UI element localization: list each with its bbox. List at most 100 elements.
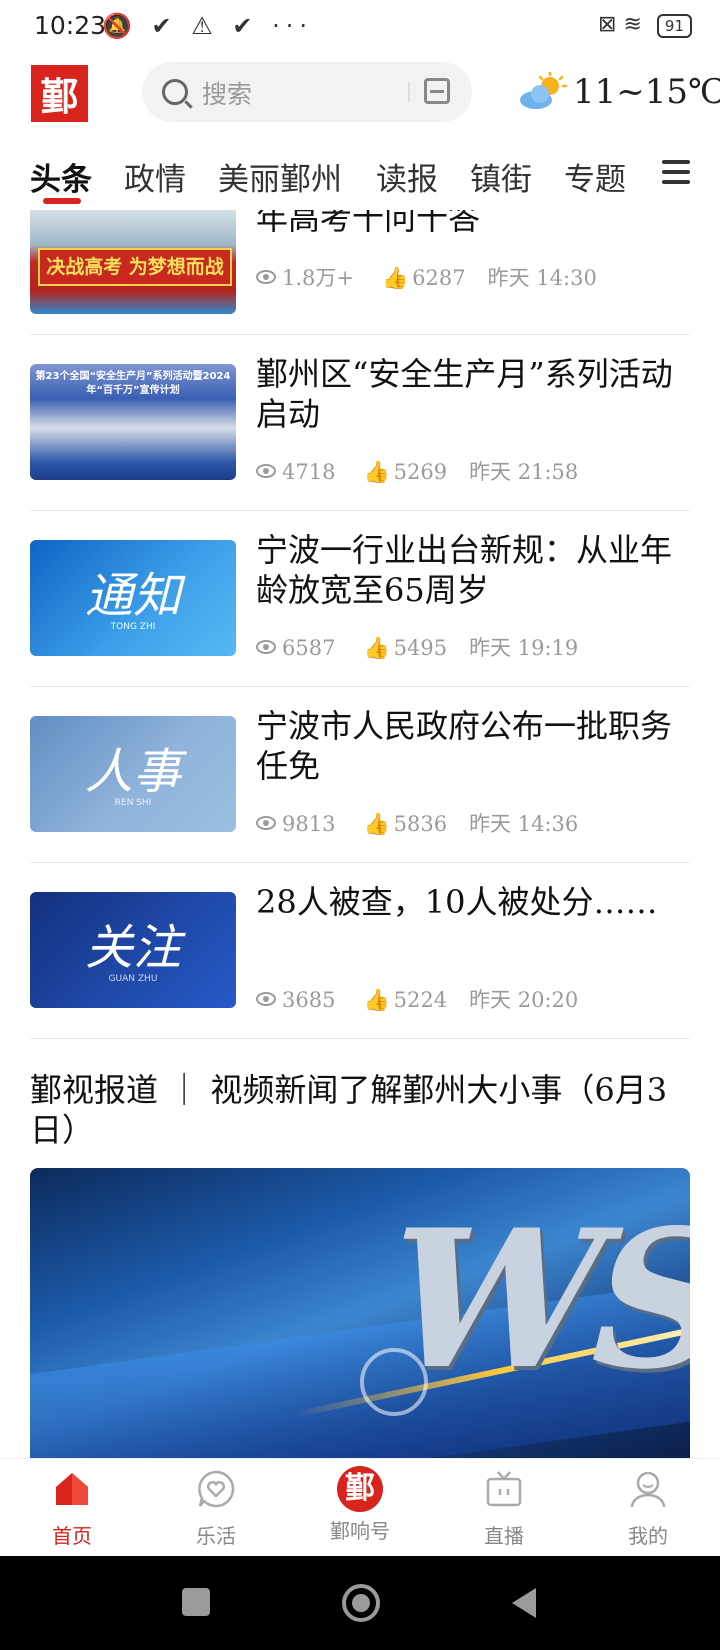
views-count: 9813 [282,812,336,836]
news-item[interactable]: 通知 TONG ZHI 宁波一行业出台新规：从业年龄放宽至65周岁 6587 👍 5… [30,510,690,687]
likes-count: 6287 [412,266,466,290]
publish-time: 昨天 19:19 [469,636,579,660]
like-icon: 👍 [363,460,390,484]
status-bar: 10:23 🔕 ✔ ⚠ ✔ ··· ⊠ ≋ 91 [0,0,720,56]
thumbnail-title: 人事 [84,744,181,800]
bottom-navigation: 首页 乐活 鄞 鄞响号 直播 我的 [0,1458,720,1557]
battery-icon: 91 [656,14,692,38]
like-icon: 👍 [363,988,390,1012]
views-icon [256,270,276,284]
nav-yinxianghao-label: 鄞响号 [330,1519,390,1543]
video-play-icon[interactable] [360,1348,428,1416]
video-section-title[interactable]: 鄞视报道 ｜ 视频新闻了解鄞州大小事（6月3日） [30,1070,680,1150]
home-icon [56,1473,88,1505]
like-icon: 👍 [363,812,390,836]
news-thumbnail: 第23个全国“安全生产月”系列活动暨2024年“百千万”宣传计划 [30,364,236,480]
views-count: 6587 [282,636,336,660]
nav-yinxianghao[interactable]: 鄞 鄞响号 [310,1466,410,1544]
news-thumbnail: 人事 REN SHI [30,716,236,832]
system-status-icons: ⊠ ≋ 91 [598,12,692,38]
likes-count: 5836 [393,812,448,836]
news-title: 高考在即，教育部发布2024年高考十问十答 [256,210,481,237]
nav-home-label: 首页 [52,1524,92,1548]
news-thumbnail: 通知 TONG ZHI [30,540,236,656]
views-count: 1.8万+ [282,266,354,290]
like-icon: 👍 [363,636,390,660]
video-card[interactable]: WS [30,1168,690,1458]
news-title: 28人被查，10人被处分…… [256,883,658,921]
views-icon [256,992,276,1006]
thumbnail-title: 关注 [84,920,181,976]
news-thumbnail: 决战高考 为梦想而战 [30,210,236,314]
active-tab-indicator [43,198,81,204]
nav-live-label: 直播 [484,1524,524,1548]
news-title: 宁波一行业出台新规：从业年龄放宽至65周岁 [256,531,673,609]
thumbnail-title: 通知 [84,568,181,624]
publish-time: 昨天 14:30 [487,266,597,290]
nav-live[interactable]: 直播 [454,1469,554,1549]
publish-time: 昨天 21:58 [469,460,579,484]
partly-cloudy-icon [520,72,568,109]
news-item[interactable]: 人事 REN SHI 宁波市人民政府公布一批职务任免 9813 👍 5836 昨天 1… [30,686,690,863]
scan-icon[interactable] [424,78,450,104]
views-icon [256,816,276,830]
views-count: 3685 [282,988,336,1012]
news-thumbnail: 关注 GUAN ZHU [30,892,236,1008]
signal-wifi-icon: ⊠ ≋ [598,12,642,37]
tab-newspaper[interactable]: 读报 [376,154,438,199]
views-icon [256,464,276,478]
news-item[interactable]: 关注 GUAN ZHU 28人被查，10人被处分…… 3685 👍 5224 昨天 2… [30,862,690,1039]
system-navigation-bar [0,1556,720,1650]
news-item[interactable]: 第23个全国“安全生产月”系列活动暨2024年“百千万”宣传计划 鄞州区“安全生… [30,334,690,511]
likes-count: 5224 [393,988,448,1012]
profile-icon [630,1471,666,1508]
home-button-dot [352,1594,370,1612]
tab-beautiful-yinzhou[interactable]: 美丽鄞州 [218,154,342,199]
thumbnail-subtitle: REN SHI [114,798,152,808]
tab-politics[interactable]: 政情 [124,154,186,199]
thumbnail-banner-text: 决战高考 为梦想而战 [38,248,232,286]
publish-time: 昨天 14:36 [469,812,579,836]
heart-chat-icon [198,1470,235,1508]
tv-icon [486,1471,522,1507]
nav-lehuo[interactable]: 乐活 [166,1469,266,1549]
search-divider [408,82,410,102]
news-title: 鄞州区“安全生产月”系列活动启动 [256,355,673,433]
back-button[interactable] [508,1586,538,1620]
thumbnail-subtitle: GUAN ZHU [108,974,158,984]
weather-temperature[interactable]: 11~15℃ [573,72,720,112]
nav-lehuo-label: 乐活 [196,1524,236,1548]
search-bar[interactable]: 搜索 [142,62,472,122]
views-count: 4718 [282,460,336,484]
search-input[interactable]: 搜索 [202,75,252,111]
thumbnail-banner-text: 第23个全国“安全生产月”系列活动暨2024年“百千万”宣传计划 [35,371,231,396]
news-meta: 6587 👍 5495 昨天 19:19 [256,632,578,662]
tab-headlines[interactable]: 头条 [30,154,92,199]
menu-icon[interactable] [662,160,690,184]
app-logo[interactable]: 鄞 [31,65,88,122]
nav-mine-label: 我的 [628,1524,668,1548]
nav-home[interactable]: 首页 [22,1469,122,1549]
notification-icons: 🔕 ✔ ⚠ ✔ ··· [102,12,314,40]
search-icon [162,79,188,105]
status-time: 10:23 [34,11,107,40]
publish-time: 昨天 20:20 [469,988,579,1012]
tab-towns[interactable]: 镇街 [470,154,532,199]
nav-mine[interactable]: 我的 [598,1469,698,1549]
like-icon: 👍 [382,266,409,290]
news-title: 宁波市人民政府公布一批职务任免 [256,707,673,785]
news-item[interactable]: 决战高考 为梦想而战 高考在即，教育部发布2024年高考十问十答 1.8万+ 👍6… [30,210,690,335]
news-meta: 4718 👍 5269 昨天 21:58 [256,456,578,486]
news-meta: 9813 👍 5836 昨天 14:36 [256,808,578,838]
views-icon [256,640,276,654]
channel-tabs: 头条 政情 美丽鄞州 读报 镇街 专题 [0,140,720,204]
news-meta: 3685 👍 5224 昨天 20:20 [256,984,578,1014]
likes-count: 5269 [393,460,448,484]
likes-count: 5495 [393,636,448,660]
thumbnail-subtitle: TONG ZHI [110,622,156,632]
recent-apps-button[interactable] [182,1588,210,1616]
yin-logo-icon: 鄞 [337,1466,383,1512]
tab-topics[interactable]: 专题 [564,154,626,199]
news-meta: 1.8万+ 👍 6287 昨天 14:30 [256,262,597,292]
home-button[interactable] [342,1584,380,1622]
